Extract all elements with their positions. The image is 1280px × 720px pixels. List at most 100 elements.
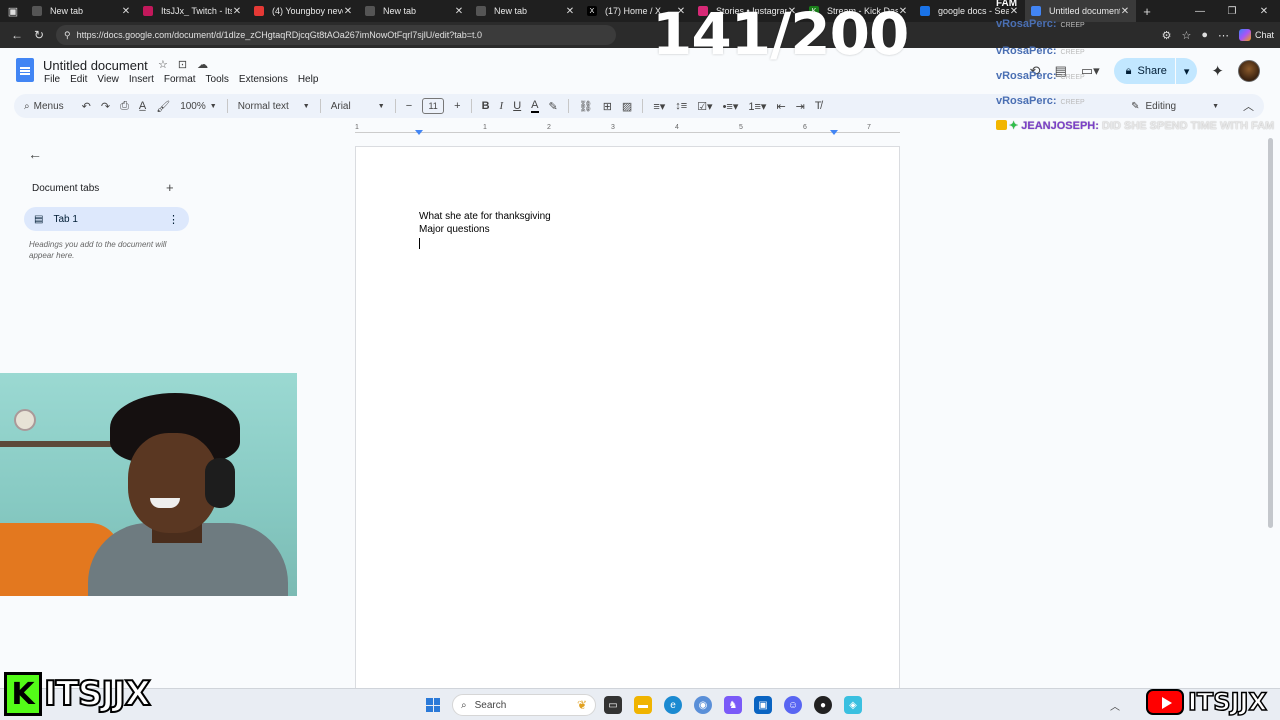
back-arrow-icon[interactable]: ←	[28, 146, 42, 162]
move-folder-icon[interactable]: ⊡	[178, 58, 187, 71]
link-icon[interactable]: ⛓	[579, 100, 593, 113]
text-color-icon[interactable]: A	[531, 99, 539, 113]
chevron-down-icon: ▼	[302, 102, 310, 110]
discord-icon[interactable]: ☺	[784, 696, 802, 714]
menu-item-help[interactable]: Help	[298, 74, 319, 85]
task-view-icon[interactable]: ▭	[604, 696, 622, 714]
browser-tab[interactable]: New tab ✕	[26, 0, 137, 22]
browser-tab[interactable]: (4) Youngboy never ✕	[248, 0, 359, 22]
back-icon[interactable]: ←	[6, 28, 28, 42]
left-indent-marker[interactable]	[415, 130, 423, 135]
tab-favicon-icon: X	[587, 6, 597, 16]
insert-image-icon[interactable]: ▨	[622, 100, 632, 113]
document-icon: ▤	[34, 213, 44, 225]
menu-item-format[interactable]: Format	[164, 74, 196, 85]
menu-item-file[interactable]: File	[44, 74, 60, 85]
increase-indent-icon[interactable]: ⇥	[796, 100, 805, 113]
youtube-logo: ITSJJX	[1146, 686, 1268, 718]
close-tab-icon[interactable]: ✕	[232, 6, 242, 17]
bulleted-list-icon[interactable]: •≡▾	[723, 100, 739, 113]
game-icon[interactable]: ♞	[724, 696, 742, 714]
paint-format-icon[interactable]: 🖌︎	[156, 100, 170, 113]
taskbar-search[interactable]: ⌕ Search ❦	[452, 694, 596, 716]
redo-icon[interactable]: ↷	[101, 100, 110, 113]
app-icon[interactable]: ◉	[694, 696, 712, 714]
vertical-scrollbar[interactable]	[1266, 138, 1276, 678]
zoom-value: 100%	[180, 100, 206, 112]
add-comment-icon[interactable]: ⊞	[603, 100, 612, 113]
clear-formatting-icon[interactable]: T̸	[815, 100, 822, 112]
decrease-indent-icon[interactable]: ⇤	[776, 100, 785, 113]
numbered-list-icon[interactable]: 1≡▾	[748, 100, 766, 113]
star-icon[interactable]: ☆	[158, 58, 168, 71]
windows-start-icon[interactable]	[426, 698, 440, 712]
edge-icon[interactable]: e	[664, 696, 682, 714]
body-line[interactable]: What she ate for thanksgiving	[419, 210, 551, 223]
right-indent-marker[interactable]	[830, 130, 838, 135]
style-value: Normal text	[237, 100, 289, 112]
close-tab-icon[interactable]: ✕	[343, 6, 353, 17]
refresh-icon[interactable]: ↻	[28, 28, 50, 42]
menu-bar: File Edit View Insert Format Tools Extensions H…	[44, 74, 318, 85]
window-menu-icon[interactable]: ▣	[0, 0, 26, 22]
chat-user: vRosaPerc:	[996, 70, 1057, 82]
spellcheck-icon[interactable]: A̲	[139, 100, 146, 112]
youtube-icon	[1146, 689, 1184, 715]
menus-search[interactable]: ⌕ Menus	[24, 101, 64, 112]
ruler[interactable]: 1 1 2 3 4 5 6 7	[355, 123, 900, 137]
bold-icon[interactable]: B	[482, 100, 490, 112]
menu-item-edit[interactable]: Edit	[70, 74, 87, 85]
align-icon[interactable]: ≡▾	[653, 100, 665, 113]
body-line[interactable]: Major questions	[419, 223, 551, 236]
url-field[interactable]: ⚲ https://docs.google.com/document/d/1dl…	[56, 25, 616, 45]
ruler-number: 4	[675, 124, 679, 131]
kick-logo: K ITSJJX	[4, 672, 152, 716]
line-spacing-icon[interactable]: ↕≡	[675, 100, 687, 112]
document-page[interactable]: What she ate for thanksgiving Major ques…	[355, 146, 900, 706]
zoom-select[interactable]: 100% ▼	[180, 101, 217, 112]
taskbar-apps: ▭ ▬ e ◉ ♞ ▣ ☺ ● ◈	[604, 696, 862, 714]
document-body[interactable]: What she ate for thanksgiving Major ques…	[419, 210, 551, 249]
more-options-icon[interactable]: ⋮	[168, 213, 179, 226]
tray-chevron-icon[interactable]: ︿	[1110, 698, 1120, 713]
document-title[interactable]: Untitled document	[43, 58, 148, 73]
underline-icon[interactable]: U	[513, 100, 521, 112]
kick-logo-name: ITSJJX	[43, 673, 152, 715]
close-tab-icon[interactable]: ✕	[121, 6, 131, 17]
youtube-logo-name: ITSJJX	[1187, 687, 1267, 717]
menu-item-view[interactable]: View	[97, 74, 119, 85]
app-icon-2[interactable]: ◈	[844, 696, 862, 714]
store-icon[interactable]: ▣	[754, 696, 772, 714]
menu-item-insert[interactable]: Insert	[129, 74, 154, 85]
ruler-number: 1	[483, 124, 487, 131]
checklist-icon[interactable]: ☑▾	[697, 100, 712, 113]
undo-icon[interactable]: ↶	[82, 100, 91, 113]
style-select[interactable]: Normal text ▼	[238, 101, 310, 112]
tab-favicon-icon	[476, 6, 486, 16]
menu-item-extensions[interactable]: Extensions	[239, 74, 288, 85]
increase-font-size-icon[interactable]: +	[454, 100, 460, 112]
close-tab-icon[interactable]: ✕	[454, 6, 464, 17]
close-tab-icon[interactable]: ✕	[565, 6, 575, 17]
taskbar: ⌕ Search ❦ ▭ ▬ e ◉ ♞ ▣ ☺ ● ◈ ︿	[0, 688, 1280, 720]
sub-badge-icon	[996, 120, 1007, 130]
sparkle-icon: ✦	[1009, 120, 1019, 132]
add-tab-icon[interactable]: +	[166, 180, 174, 195]
docs-logo-icon[interactable]	[16, 58, 34, 82]
menu-item-tools[interactable]: Tools	[206, 74, 229, 85]
decrease-font-size-icon[interactable]: −	[406, 100, 412, 112]
browser-tab[interactable]: New tab ✕	[470, 0, 581, 22]
doc-tab-item[interactable]: ▤ Tab 1 ⋮	[24, 207, 189, 231]
browser-tab[interactable]: New tab ✕	[359, 0, 470, 22]
browser-tab[interactable]: ItsJJx_ Twitch - ItsJJ✕	[137, 0, 248, 22]
print-icon[interactable]: ⎙	[120, 100, 129, 113]
cloud-status-icon[interactable]: ☁	[197, 58, 208, 71]
taskbar-search-label: Search	[474, 699, 507, 711]
italic-icon[interactable]: I	[500, 100, 504, 112]
highlight-icon[interactable]: ✎	[549, 100, 558, 113]
file-explorer-icon[interactable]: ▬	[634, 696, 652, 714]
font-size-input[interactable]: 11	[422, 98, 445, 114]
site-info-icon[interactable]: ⚲	[64, 30, 71, 41]
obs-icon[interactable]: ●	[814, 696, 832, 714]
font-select[interactable]: Arial ▼	[331, 101, 385, 112]
